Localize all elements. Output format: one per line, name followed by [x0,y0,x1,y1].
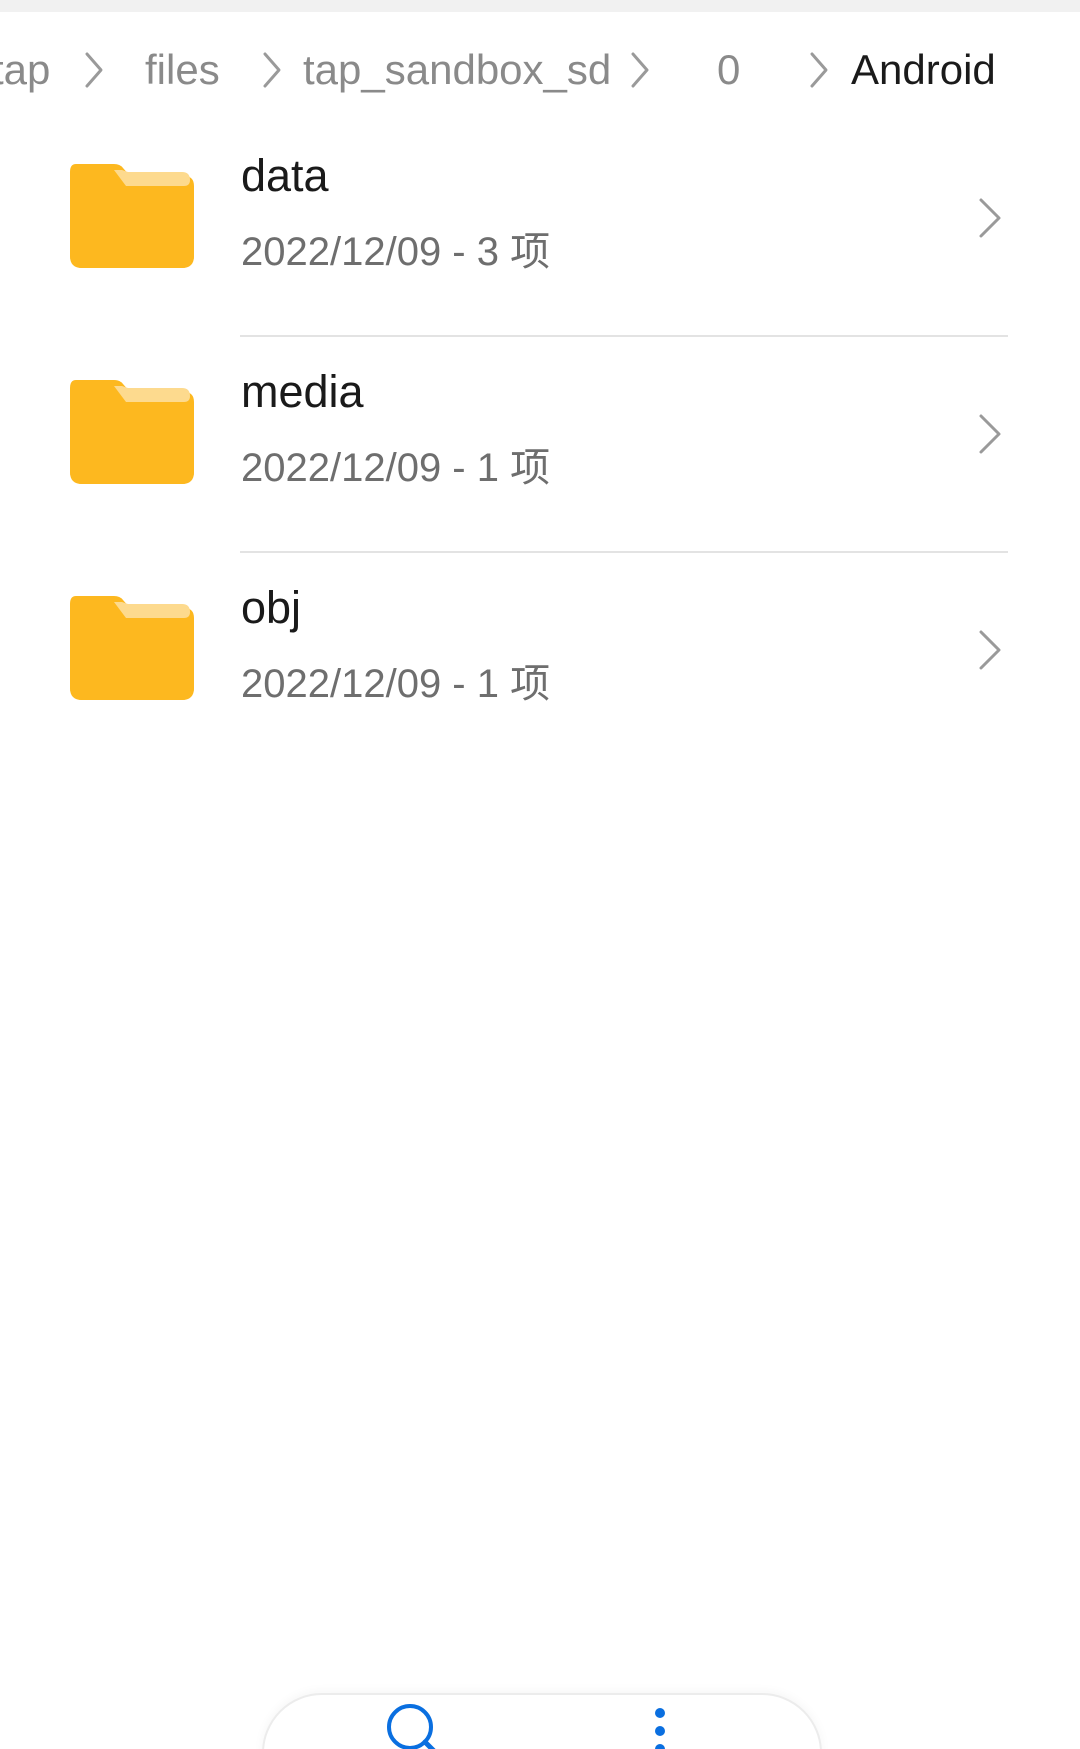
folder-row-obj[interactable]: obj 2022/12/09 - 1 项 [0,556,1080,772]
folder-meta: 2022/12/09 - 1 项 [241,446,551,490]
folder-name: data [241,150,329,201]
folder-row-media[interactable]: media 2022/12/09 - 1 项 [0,340,1080,556]
breadcrumb-separator-icon [628,50,652,90]
folder-meta: 2022/12/09 - 3 项 [241,230,551,274]
folder-meta: 2022/12/09 - 1 项 [241,662,551,706]
chevron-right-icon [975,196,1005,240]
status-strip [0,0,1080,12]
folder-icon [70,164,194,268]
breadcrumb-separator-icon [260,50,284,90]
chevron-right-icon [975,628,1005,672]
bottom-action-bar [262,1693,822,1749]
search-icon[interactable] [384,1701,444,1749]
folder-row-data[interactable]: data 2022/12/09 - 3 项 [0,124,1080,340]
folder-icon [70,380,194,484]
breadcrumb-item-0[interactable]: 0 [717,38,740,102]
breadcrumb-item-android[interactable]: Android [851,38,996,102]
list-divider [240,335,1008,337]
more-vertical-icon[interactable] [648,1707,672,1749]
breadcrumb-separator-icon [807,50,831,90]
breadcrumb-separator-icon [82,50,106,90]
chevron-right-icon [975,412,1005,456]
breadcrumb-item-files[interactable]: files [145,38,220,102]
folder-name: obj [241,582,302,633]
file-manager-screen: tap files tap_sandbox_sd 0 Android data … [0,0,1080,1749]
folder-name: media [241,366,364,417]
breadcrumb: tap files tap_sandbox_sd 0 Android [0,38,1080,102]
folder-icon [70,596,194,700]
list-divider [240,551,1008,553]
breadcrumb-item-tap-sandbox-sd[interactable]: tap_sandbox_sd [303,38,611,102]
breadcrumb-item-tap[interactable]: tap [0,38,50,102]
